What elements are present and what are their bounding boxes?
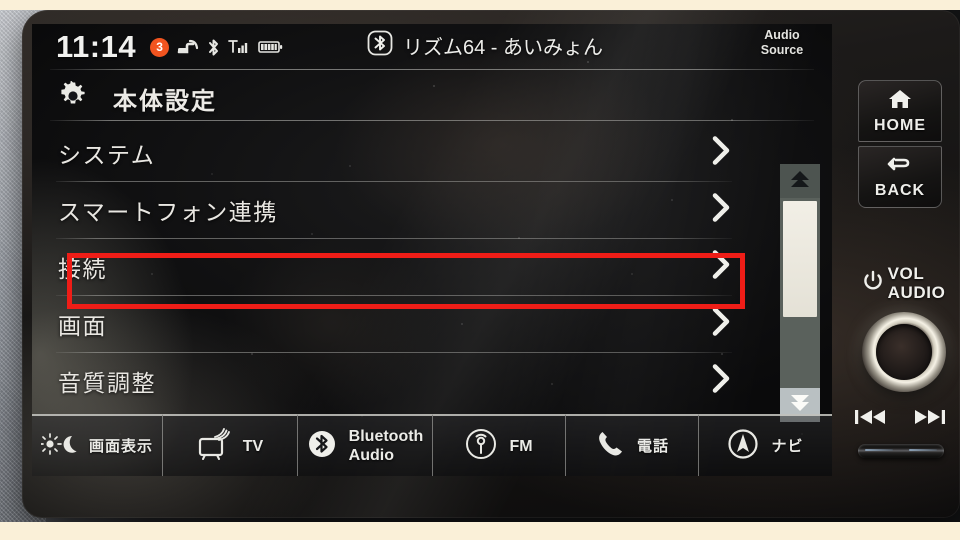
head-unit-body: 11:14 3 リズム64 - あいみょん Audio Source 本体設定 …: [22, 10, 960, 518]
battery-icon: [258, 40, 283, 54]
power-icon: [863, 270, 883, 297]
chevron-right-icon: [710, 191, 732, 228]
double-chevron-up-icon: [788, 169, 812, 194]
letterbox-bottom: [0, 522, 960, 540]
volume-label-line1: VOL: [887, 264, 925, 283]
letterbox-top: [0, 0, 960, 10]
now-playing: リズム64 - あいみょん: [367, 30, 603, 61]
source-button-label: ナビ: [771, 437, 804, 455]
menu-item-sound-settings[interactable]: 音質調整: [32, 352, 756, 409]
previous-track-icon[interactable]: [854, 408, 888, 431]
settings-menu-list: システム スマートフォン連携 接続 画面 音質調整: [32, 124, 756, 409]
brightness-moon-icon: [39, 432, 81, 460]
chevron-right-icon: [710, 305, 732, 342]
source-button-label: 画面表示: [88, 437, 153, 455]
source-button-label: 電話: [636, 437, 669, 455]
volume-label-line2: AUDIO: [887, 283, 946, 302]
back-button-label: BACK: [874, 181, 926, 199]
head-unit-photo: 11:14 3 リズム64 - あいみょん Audio Source 本体設定 …: [0, 0, 960, 540]
clock: 11:14: [56, 29, 137, 64]
chevron-right-icon: [710, 134, 732, 171]
cellular-signal-icon: [228, 39, 250, 55]
source-bar: 画面表示 TV Bluetooth Audio FM 電話 ナビ: [32, 414, 832, 476]
source-button-phone[interactable]: 電話: [565, 414, 698, 476]
track-button-group: [854, 408, 946, 431]
source-button-fm[interactable]: FM: [432, 414, 565, 476]
audio-source-button[interactable]: Audio Source: [740, 28, 824, 58]
scrollbar-thumb[interactable]: [783, 201, 817, 317]
now-playing-title: リズム64 - あいみょん: [403, 37, 604, 59]
source-button-label: FM: [509, 437, 533, 455]
menu-item-label: システム: [58, 141, 156, 168]
chevron-right-icon: [710, 362, 732, 399]
navigation-compass-icon: [727, 428, 759, 465]
source-button-label: Bluetooth Audio: [348, 428, 424, 464]
bluetooth-icon: [307, 429, 337, 464]
scroll-up-button[interactable]: [780, 164, 820, 198]
source-button-display[interactable]: 画面表示: [32, 414, 162, 476]
tv-icon: [197, 427, 231, 465]
page-title: 本体設定: [113, 87, 217, 115]
hardware-button-column: HOME BACK VOL AUDIO: [840, 24, 960, 504]
settings-header-divider: [50, 120, 814, 121]
menu-item-label: スマートフォン連携: [58, 198, 278, 225]
status-bar: 11:14 3 リズム64 - あいみょん Audio Source: [32, 24, 832, 70]
phone-handset-icon: [595, 429, 625, 464]
menu-item-display[interactable]: 画面: [32, 295, 756, 352]
lcd-screen: 11:14 3 リズム64 - あいみょん Audio Source 本体設定 …: [32, 24, 832, 476]
volume-label-group: VOL AUDIO: [860, 264, 948, 302]
home-button-label: HOME: [874, 116, 926, 134]
wifi-tether-icon: [177, 39, 199, 55]
scrollbar-track[interactable]: [780, 198, 820, 388]
menu-item-system[interactable]: システム: [32, 124, 756, 181]
menu-item-label: 接続: [58, 255, 107, 282]
volume-knob[interactable]: [862, 312, 946, 392]
home-icon: [887, 88, 913, 115]
source-button-navigation[interactable]: ナビ: [698, 414, 832, 476]
settings-header: 本体設定: [32, 76, 832, 120]
home-button[interactable]: HOME: [858, 80, 942, 142]
source-button-tv[interactable]: TV: [162, 414, 297, 476]
gear-icon: [58, 79, 88, 116]
bluetooth-icon: [207, 38, 220, 57]
radio-broadcast-icon: [465, 428, 497, 465]
source-button-bluetooth-audio[interactable]: Bluetooth Audio: [297, 414, 432, 476]
next-track-icon[interactable]: [912, 408, 946, 431]
bluetooth-source-icon: [367, 30, 393, 61]
status-icon-group: 3: [150, 37, 283, 57]
chevron-right-icon: [710, 248, 732, 285]
menu-item-connection[interactable]: 接続: [32, 238, 756, 295]
media-slot: [858, 444, 944, 458]
source-button-label: TV: [242, 437, 264, 455]
menu-item-label: 音質調整: [58, 369, 156, 396]
back-button[interactable]: BACK: [858, 146, 942, 208]
menu-item-label: 画面: [58, 312, 107, 339]
back-arrow-icon: [885, 155, 915, 180]
scrollbar[interactable]: [780, 164, 820, 422]
notification-badge: 3: [150, 37, 170, 57]
menu-item-smartphone-link[interactable]: スマートフォン連携: [32, 181, 756, 238]
